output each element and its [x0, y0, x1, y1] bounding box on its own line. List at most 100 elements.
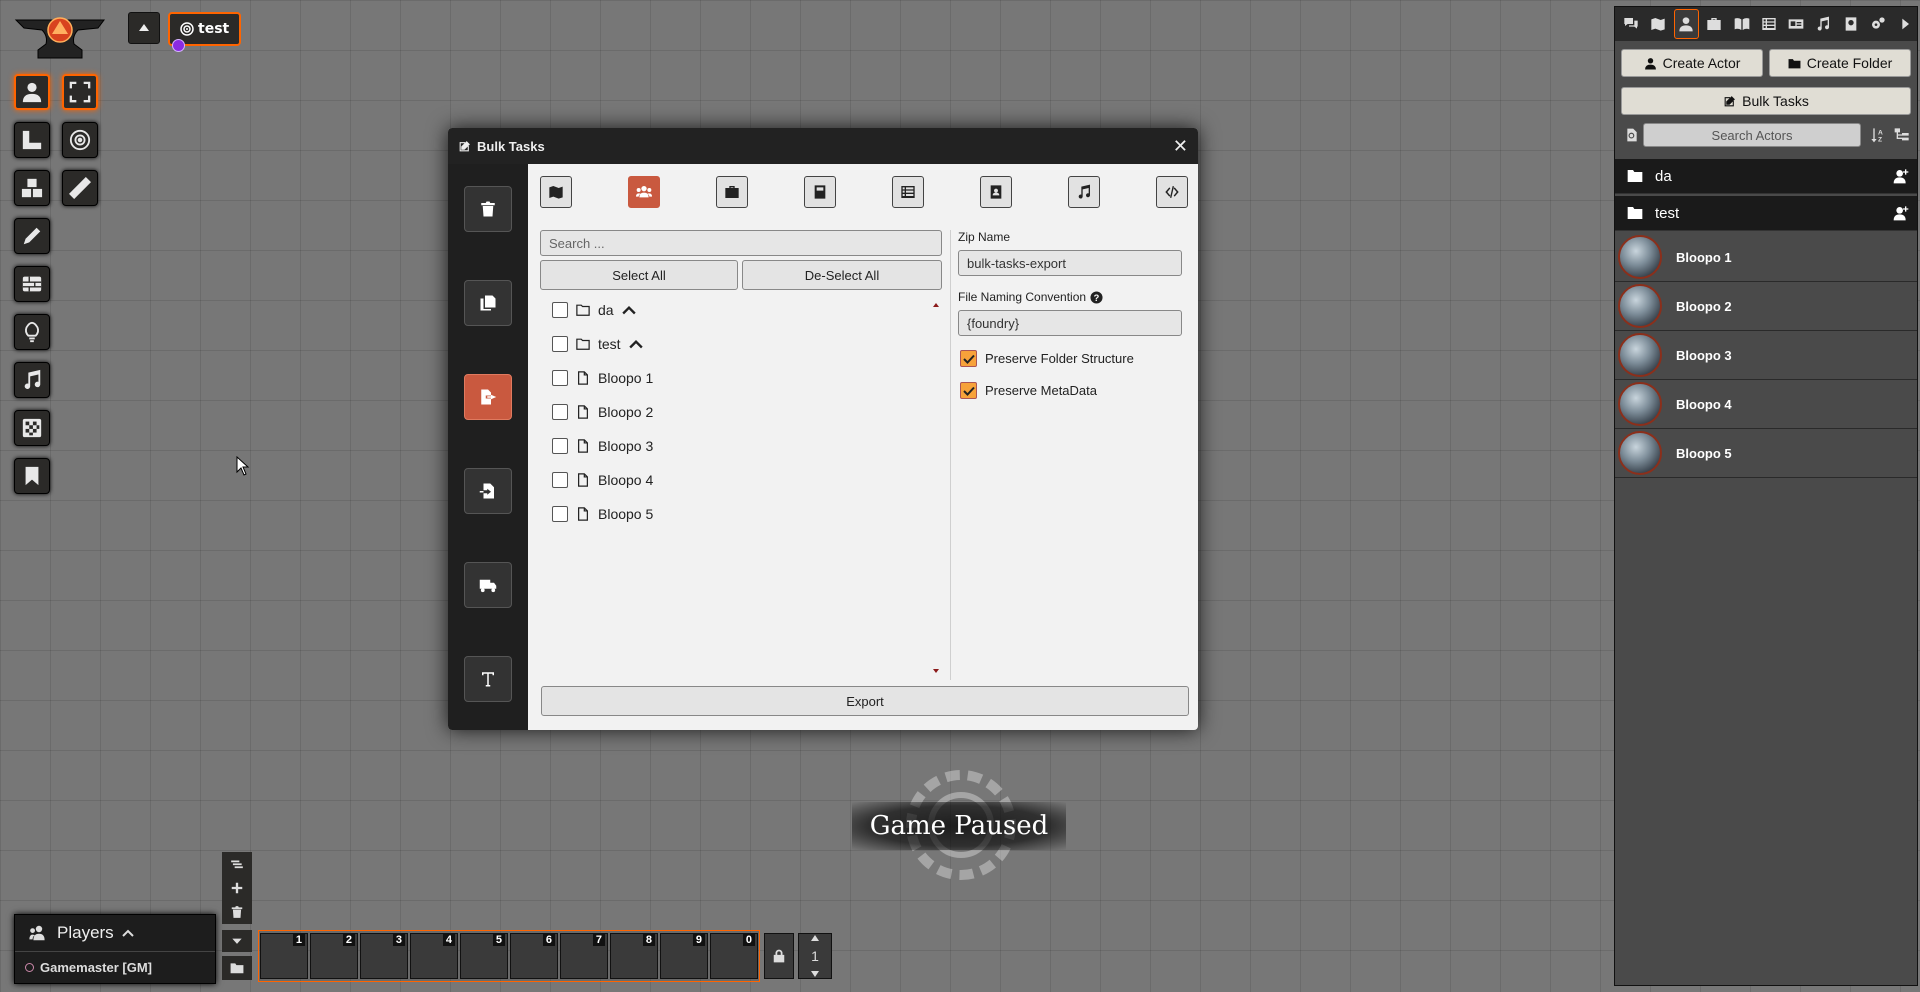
- tab-tables[interactable]: [1757, 10, 1780, 38]
- macro-slot[interactable]: 0: [710, 933, 758, 979]
- item-checkbox[interactable]: [552, 438, 568, 454]
- list-item[interactable]: Bloopo 1: [552, 366, 653, 390]
- move-task-button[interactable]: [464, 562, 512, 608]
- preserve-meta-row[interactable]: Preserve MetaData: [960, 382, 1097, 399]
- delete-task-button[interactable]: [464, 186, 512, 232]
- import-task-button[interactable]: [464, 468, 512, 514]
- duplicate-task-button[interactable]: [464, 280, 512, 326]
- close-icon[interactable]: ✕: [1173, 136, 1188, 157]
- collapse-hotbar-button[interactable]: [222, 930, 252, 952]
- chevron-up-icon[interactable]: [621, 302, 636, 318]
- actor-row[interactable]: Bloopo 1: [1615, 233, 1917, 282]
- item-checkbox[interactable]: [552, 302, 568, 318]
- target-button[interactable]: [62, 122, 98, 158]
- actor-row[interactable]: Bloopo 4: [1615, 380, 1917, 429]
- question-circle-icon[interactable]: ?: [1090, 290, 1103, 304]
- tab-playlists[interactable]: [1812, 10, 1835, 38]
- list-folder-row[interactable]: test: [552, 332, 643, 356]
- lighting-controls-button[interactable]: [14, 314, 50, 350]
- tile-controls-button[interactable]: [14, 170, 50, 206]
- bulk-tasks-button[interactable]: Bulk Tasks: [1621, 87, 1911, 115]
- item-checkbox[interactable]: [552, 404, 568, 420]
- tab-compendium[interactable]: [1839, 10, 1862, 38]
- hotbar-lock-button[interactable]: [764, 933, 794, 979]
- foundry-logo[interactable]: [12, 10, 108, 66]
- search-actors-input[interactable]: Search Actors: [1643, 123, 1861, 147]
- type-tables-button[interactable]: [892, 176, 924, 208]
- user-plus-icon[interactable]: [1893, 205, 1909, 221]
- macro-slot[interactable]: 6: [510, 933, 558, 979]
- macro-slot[interactable]: 2: [310, 933, 358, 979]
- export-button[interactable]: Export: [541, 686, 1189, 716]
- sort-alpha-icon[interactable]: AZ: [1869, 127, 1887, 143]
- tab-cards[interactable]: [1785, 10, 1808, 38]
- create-actor-button[interactable]: Create Actor: [1621, 49, 1763, 77]
- scene-nav-toggle[interactable]: [128, 12, 160, 44]
- type-macros-button[interactable]: [1156, 176, 1188, 208]
- select-tokens-button[interactable]: [62, 74, 98, 110]
- wall-controls-button[interactable]: [14, 266, 50, 302]
- page-up-icon[interactable]: [810, 934, 820, 942]
- tab-settings[interactable]: [1866, 10, 1889, 38]
- list-item[interactable]: Bloopo 4: [552, 468, 653, 492]
- folder-test[interactable]: test: [1615, 196, 1917, 231]
- clear-hotbar-button[interactable]: [222, 900, 252, 924]
- type-scenes-button[interactable]: [540, 176, 572, 208]
- search-input[interactable]: Search ...: [540, 230, 942, 256]
- rename-task-button[interactable]: [464, 656, 512, 702]
- tab-items[interactable]: [1703, 10, 1726, 38]
- preserve-folder-checkbox[interactable]: [960, 350, 977, 367]
- type-cards-button[interactable]: [980, 176, 1012, 208]
- measure-controls-button[interactable]: [14, 122, 50, 158]
- region-controls-button[interactable]: [14, 410, 50, 446]
- actor-row[interactable]: Bloopo 2: [1615, 282, 1917, 331]
- scene-tab-test[interactable]: test: [168, 12, 242, 52]
- macro-slot[interactable]: 3: [360, 933, 408, 979]
- type-playlists-button[interactable]: [1068, 176, 1100, 208]
- item-checkbox[interactable]: [552, 506, 568, 522]
- actor-row[interactable]: Bloopo 5: [1615, 429, 1917, 478]
- select-all-button[interactable]: Select All: [540, 260, 738, 290]
- list-item[interactable]: Bloopo 5: [552, 502, 653, 526]
- macro-slot[interactable]: 7: [560, 933, 608, 979]
- export-task-button[interactable]: [464, 374, 512, 420]
- tab-chat[interactable]: [1619, 10, 1642, 38]
- chevron-up-icon[interactable]: [628, 336, 643, 352]
- create-folder-button[interactable]: Create Folder: [1769, 49, 1911, 77]
- page-down-icon[interactable]: [810, 970, 820, 978]
- deselect-all-button[interactable]: De-Select All: [742, 260, 942, 290]
- actor-row[interactable]: Bloopo 3: [1615, 331, 1917, 380]
- list-item[interactable]: Bloopo 3: [552, 434, 653, 458]
- item-checkbox[interactable]: [552, 336, 568, 352]
- tab-actors[interactable]: [1673, 9, 1699, 39]
- create-macro-button[interactable]: [222, 876, 252, 900]
- scroll-down-icon[interactable]: [932, 668, 940, 674]
- hotbar-folder-button[interactable]: [222, 956, 252, 980]
- scroll-up-icon[interactable]: [932, 302, 940, 308]
- macro-slot[interactable]: 8: [610, 933, 658, 979]
- macro-slot[interactable]: 1: [260, 933, 308, 979]
- tab-journal[interactable]: [1730, 10, 1753, 38]
- macro-slot[interactable]: 5: [460, 933, 508, 979]
- sidebar-collapse[interactable]: [1894, 10, 1917, 38]
- token-controls-button[interactable]: [14, 74, 50, 110]
- collapse-folders-icon[interactable]: [1893, 127, 1911, 143]
- players-header[interactable]: Players: [15, 915, 215, 952]
- macro-directory-button[interactable]: [222, 852, 252, 876]
- macro-slot[interactable]: 4: [410, 933, 458, 979]
- list-item[interactable]: Bloopo 2: [552, 400, 653, 424]
- zip-name-field[interactable]: bulk-tasks-export: [958, 250, 1182, 276]
- ruler-button[interactable]: [62, 170, 98, 206]
- item-checkbox[interactable]: [552, 472, 568, 488]
- dialog-header[interactable]: Bulk Tasks ✕: [448, 128, 1198, 164]
- player-row-gm[interactable]: Gamemaster [GM]: [15, 952, 215, 982]
- preserve-meta-checkbox[interactable]: [960, 382, 977, 399]
- tab-scenes[interactable]: [1646, 10, 1669, 38]
- type-actors-button[interactable]: [628, 176, 660, 208]
- type-journal-button[interactable]: [804, 176, 836, 208]
- folder-da[interactable]: da: [1615, 159, 1917, 194]
- item-checkbox[interactable]: [552, 370, 568, 386]
- sound-controls-button[interactable]: [14, 362, 50, 398]
- macro-slot[interactable]: 9: [660, 933, 708, 979]
- user-plus-icon[interactable]: [1893, 168, 1909, 184]
